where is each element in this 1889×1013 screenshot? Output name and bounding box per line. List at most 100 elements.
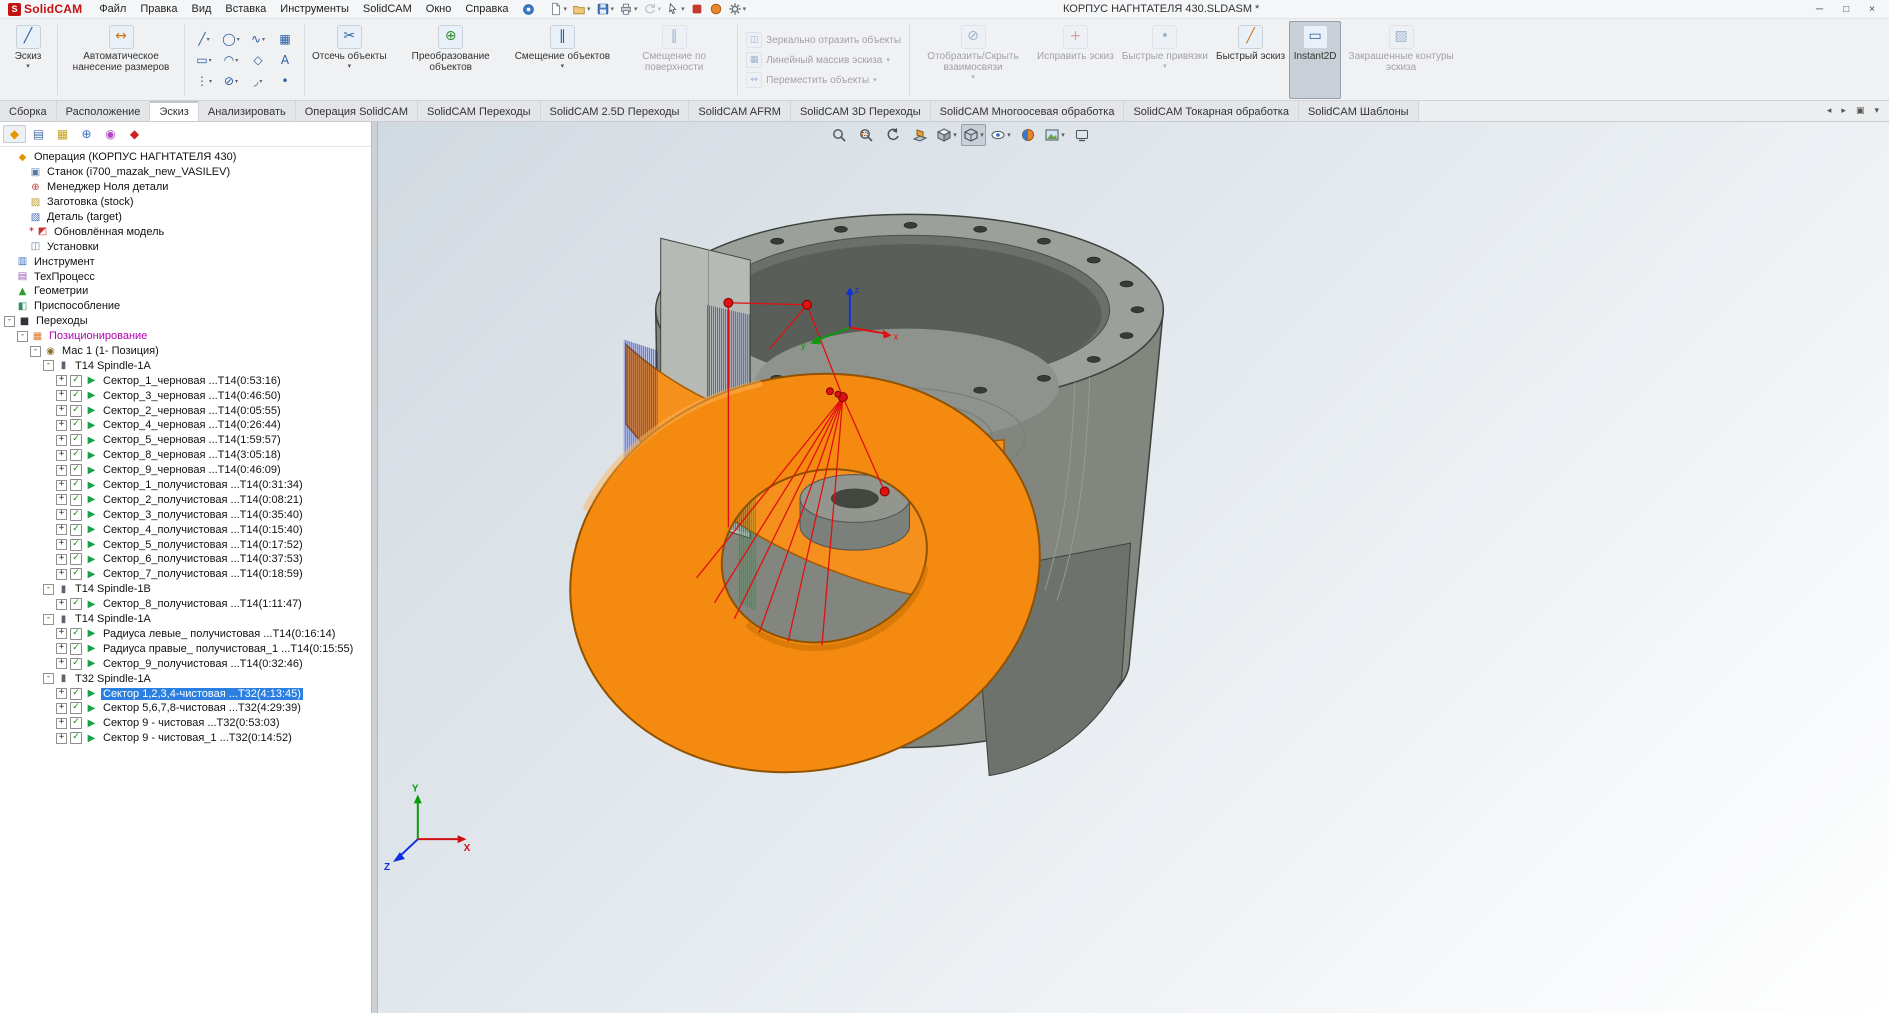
zoom-fit-button[interactable] [826, 124, 851, 146]
tree-row[interactable]: ▲Геометрии [0, 284, 371, 299]
tab-эскиз[interactable]: Эскиз [150, 101, 198, 121]
circle-tool-button[interactable]: ◯▾ [218, 29, 244, 49]
tree-row[interactable]: -▦Позиционирование [0, 329, 371, 344]
point-tool-button[interactable]: • [272, 71, 298, 91]
tree-row[interactable]: +✓▶Сектор_4_черновая ...T14(0:26:44) [0, 418, 371, 433]
section-view-button[interactable] [907, 124, 932, 146]
chevron-down-icon[interactable]: ▾ [681, 5, 685, 13]
chevron-down-icon[interactable]: ▾ [658, 5, 662, 13]
menu-item-вставка[interactable]: Вставка [218, 1, 273, 17]
offset-entities-button[interactable]: ∥ Смещение объектов ▾ [511, 21, 614, 99]
mirror-entities-button[interactable]: ◫ Зеркально отразить объекты [746, 32, 901, 48]
expand-icon[interactable]: + [56, 375, 67, 386]
operation-checkbox[interactable]: ✓ [70, 434, 82, 446]
undo-button[interactable]: ▾ [641, 1, 664, 17]
operation-checkbox[interactable]: ✓ [70, 390, 82, 402]
previous-view-button[interactable] [880, 124, 905, 146]
tree-row[interactable]: +✓▶Сектор_1_получистовая ...T14(0:31:34) [0, 478, 371, 493]
panel-tab-cam-manager[interactable]: ◆ [3, 125, 26, 143]
collapse-icon[interactable]: - [43, 614, 54, 625]
tab-solidcam-3d-переходы[interactable]: SolidCAM 3D Переходы [791, 101, 931, 121]
expand-icon[interactable]: + [56, 569, 67, 580]
menu-item-окно[interactable]: Окно [419, 1, 459, 17]
chevron-down-icon[interactable]: ▾ [971, 74, 975, 82]
chevron-down-icon[interactable]: ▾ [980, 131, 984, 139]
operation-checkbox[interactable]: ✓ [70, 688, 82, 700]
ellipse-tool-button[interactable]: ⊘▾ [218, 71, 244, 91]
expand-icon[interactable]: ▾ [1870, 104, 1883, 118]
operation-checkbox[interactable]: ✓ [70, 643, 82, 655]
chevron-down-icon[interactable]: ▾ [235, 57, 238, 64]
tree-row[interactable]: +✓▶Сектор_9_черновая ...T14(0:46:09) [0, 463, 371, 478]
tree-row[interactable]: -▮T14 Spindle-1B [0, 582, 371, 597]
repair-sketch-button[interactable]: + Исправить эскиз [1033, 21, 1118, 99]
expand-icon[interactable]: + [56, 480, 67, 491]
operation-checkbox[interactable]: ✓ [70, 524, 82, 536]
collapse-icon[interactable]: - [4, 316, 15, 327]
expand-icon[interactable]: + [56, 718, 67, 729]
quick-snaps-button[interactable]: • Быстрые привязки ▾ [1118, 21, 1212, 99]
rebuild-button[interactable] [688, 1, 706, 17]
expand-icon[interactable]: + [56, 405, 67, 416]
tree-row[interactable]: ◧Приспособление [0, 299, 371, 314]
view-orientation-button[interactable]: ▾ [934, 124, 959, 146]
tree-row[interactable]: ◫Установки [0, 239, 371, 254]
expand-icon[interactable]: + [56, 509, 67, 520]
zoom-area-button[interactable] [853, 124, 878, 146]
chevron-down-icon[interactable]: ▾ [262, 36, 265, 43]
line-tool-button[interactable]: ╱▾ [191, 29, 217, 49]
convert-entities-button[interactable]: ⊕ Преобразование объектов [391, 21, 511, 99]
chevron-down-icon[interactable]: ▾ [587, 5, 591, 13]
expand-icon[interactable]: + [56, 733, 67, 744]
panel-tab-display-manager[interactable]: ◉ [99, 125, 122, 143]
tree-row[interactable]: +✓▶Радиуса левые_ получистовая ...T14(0:… [0, 627, 371, 642]
display-style-button[interactable]: ▾ [961, 124, 986, 146]
operation-checkbox[interactable]: ✓ [70, 553, 82, 565]
operation-checkbox[interactable]: ✓ [70, 598, 82, 610]
operation-checkbox[interactable]: ✓ [70, 449, 82, 461]
tree-row[interactable]: +✓▶Сектор_4_получистовая ...T14(0:15:40) [0, 522, 371, 537]
panel-tab-property-manager[interactable]: ▦ [51, 125, 74, 143]
linear-pattern-button[interactable]: ▦ Линейный массив эскиза ▾ [746, 52, 901, 68]
tree-row[interactable]: +✓▶Сектор_2_черновая ...T14(0:05:55) [0, 403, 371, 418]
text-tool-button[interactable]: A [272, 50, 298, 70]
instant2d-button[interactable]: ▭ Instant2D [1289, 21, 1341, 99]
expand-icon[interactable]: + [56, 435, 67, 446]
appearance-button[interactable] [1015, 124, 1040, 146]
panel-tab-configuration-manager[interactable]: ⊕ [75, 125, 98, 143]
chevron-down-icon[interactable]: ▾ [561, 63, 565, 71]
trim-button[interactable]: ✂ Отсечь объекты ▾ [308, 21, 391, 99]
appearance-button[interactable] [707, 1, 725, 17]
operation-checkbox[interactable]: ✓ [70, 539, 82, 551]
menu-item-файл[interactable]: Файл [92, 1, 133, 17]
spline-tool-button[interactable]: ∿▾ [245, 29, 271, 49]
expand-icon[interactable]: + [56, 688, 67, 699]
tree-row[interactable]: -■Переходы [0, 314, 371, 329]
operation-checkbox[interactable]: ✓ [70, 494, 82, 506]
menu-item-вид[interactable]: Вид [184, 1, 218, 17]
print-button[interactable]: ▾ [617, 1, 640, 17]
tree-row[interactable]: +✓▶Сектор_5_черновая ...T14(1:59:57) [0, 433, 371, 448]
tab-анализировать[interactable]: Анализировать [199, 101, 296, 121]
new-button[interactable]: ▾ [547, 1, 570, 17]
tree-row[interactable]: ▧Деталь (target) [0, 210, 371, 225]
collapse-icon[interactable]: - [30, 346, 41, 357]
operation-checkbox[interactable]: ✓ [70, 419, 82, 431]
collapse-icon[interactable]: - [43, 360, 54, 371]
tab-solidcam-токарная-обработка[interactable]: SolidCAM Токарная обработка [1124, 101, 1298, 121]
tab-операция-solidcam[interactable]: Операция SolidCAM [296, 101, 418, 121]
tab-solidcam-2-5d-переходы[interactable]: SolidCAM 2.5D Переходы [541, 101, 690, 121]
operation-checkbox[interactable]: ✓ [70, 628, 82, 640]
tab-solidcam-переходы[interactable]: SolidCAM Переходы [418, 101, 541, 121]
expand-icon[interactable]: + [56, 494, 67, 505]
select-button[interactable]: ▾ [664, 1, 687, 17]
menu-item-solidcam[interactable]: SolidCAM [356, 1, 419, 17]
tree-row[interactable]: ▥Инструмент [0, 254, 371, 269]
chevron-down-icon[interactable]: ▾ [564, 5, 568, 13]
chevron-down-icon[interactable]: ▾ [235, 78, 238, 85]
rectangle-tool-button[interactable]: ▭▾ [191, 50, 217, 70]
tree-row[interactable]: +✓▶Сектор_8_черновая ...T14(3:05:18) [0, 448, 371, 463]
expand-icon[interactable]: + [56, 465, 67, 476]
tree-row[interactable]: +✓▶Сектор 9 - чистовая_1 ...T32(0:14:52) [0, 731, 371, 746]
move-entities-button[interactable]: ↔ Переместить объекты ▾ [746, 72, 901, 88]
